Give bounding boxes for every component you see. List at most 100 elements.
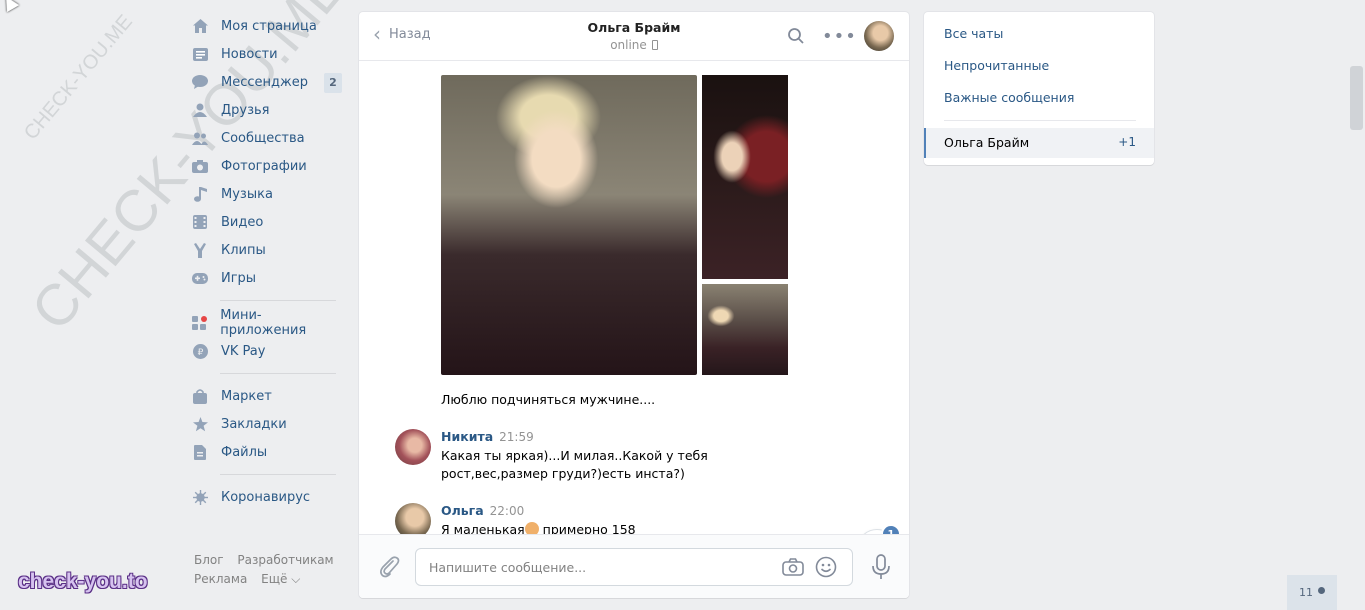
nav-item-mini-apps[interactable]: Мини-приложения [192, 308, 342, 338]
chat-header: ‹ Назад Ольга Брайм online ••• [359, 12, 909, 61]
message-author[interactable]: Никита [441, 429, 493, 444]
nav-item-coronavirus[interactable]: Коронавирус [192, 483, 342, 511]
svg-text:₽: ₽ [197, 348, 203, 358]
emoji-icon [524, 522, 539, 534]
nav-item-clips[interactable]: Клипы [192, 236, 342, 264]
footer-link-more[interactable]: Ещё ⌵ [261, 572, 300, 586]
market-icon [192, 388, 208, 404]
clips-icon [192, 242, 208, 258]
author-avatar[interactable] [395, 429, 431, 465]
nav-item-label: Фотографии [221, 158, 307, 174]
friends-icon [192, 102, 208, 118]
message-header: Никита 21:59 [441, 429, 534, 445]
left-nav: Моя страница Новости Мессенджер 2 Друзья… [192, 12, 342, 511]
footer-link-ads[interactable]: Реклама [194, 572, 247, 586]
nav-item-label: Мессенджер [221, 74, 308, 90]
person-icon [1318, 587, 1325, 594]
photo-attachment-main[interactable] [441, 75, 697, 375]
peer-status-text: online [610, 38, 647, 52]
games-icon [192, 270, 208, 286]
nav-item-label: Мини-приложения [220, 308, 307, 338]
active-chat-count: +1 [1118, 135, 1136, 149]
online-count: 11 [1299, 586, 1313, 599]
nav-item-friends[interactable]: Друзья [192, 96, 342, 124]
filter-all-chats[interactable]: Все чаты [944, 26, 1003, 41]
nav-item-music[interactable]: Музыка [192, 180, 342, 208]
chat-filters-panel: Все чаты Непрочитанные Важные сообщения … [924, 12, 1154, 165]
mouse-cursor-icon [0, 0, 20, 13]
author-avatar[interactable] [395, 503, 431, 534]
footer-link-blog[interactable]: Блог [194, 553, 224, 567]
message-caption: Люблю подчиняться мужчине.... [441, 392, 656, 407]
message-author[interactable]: Ольга [441, 503, 484, 518]
nav-item-video[interactable]: Видео [192, 208, 342, 236]
nav-item-label: VK Pay [221, 343, 266, 359]
nav-item-photos[interactable]: Фотографии [192, 152, 342, 180]
message-time: 21:59 [499, 430, 534, 444]
photo-attachment-secondary[interactable] [702, 75, 788, 279]
nav-item-label: Закладки [221, 416, 287, 432]
attach-icon[interactable] [377, 555, 401, 579]
nav-item-market[interactable]: Маркет [192, 382, 342, 410]
brand-watermark-logo: check-you.to [18, 570, 148, 593]
chat-window: ‹ Назад Ольга Брайм online ••• Люблю под… [359, 12, 909, 598]
nav-item-news[interactable]: Новости [192, 40, 342, 68]
star-icon [192, 416, 208, 432]
nav-item-groups[interactable]: Сообщества [192, 124, 342, 152]
nav-item-bookmarks[interactable]: Закладки [192, 410, 342, 438]
microphone-icon[interactable] [871, 554, 891, 580]
nav-item-label: Маркет [221, 388, 272, 404]
nav-item-label: Сообщества [221, 130, 305, 146]
home-icon [192, 18, 208, 34]
message-history[interactable]: Люблю подчиняться мужчине.... Никита 21:5… [359, 62, 909, 534]
nav-item-label: Коронавирус [221, 489, 311, 505]
more-options-icon[interactable]: ••• [822, 26, 857, 47]
photo-attachment-third[interactable] [702, 284, 788, 375]
footer-link-developers[interactable]: Разработчикам [237, 553, 333, 567]
message-text-part: примерно 158 [538, 522, 636, 534]
messenger-icon [192, 74, 208, 90]
nav-item-label: Клипы [221, 242, 266, 258]
peer-avatar[interactable] [864, 21, 894, 51]
nav-item-label: Моя страница [221, 18, 317, 34]
message-header: Ольга 22:00 [441, 503, 524, 519]
nav-divider [220, 300, 336, 301]
page-scrollbar[interactable] [1350, 66, 1363, 130]
music-icon [192, 186, 208, 202]
mobile-phone-icon [651, 40, 658, 50]
nav-divider [220, 373, 336, 374]
footer-links: Блог Разработчикам Реклама Ещё ⌵ [194, 551, 344, 589]
search-icon[interactable] [788, 28, 804, 44]
apps-icon [192, 315, 208, 331]
camera-icon[interactable] [782, 558, 804, 576]
nav-item-games[interactable]: Игры [192, 264, 342, 292]
nav-item-messenger[interactable]: Мессенджер 2 [192, 68, 342, 96]
news-icon [192, 46, 208, 62]
groups-icon [192, 130, 208, 146]
online-friends-widget[interactable]: 11 [1287, 575, 1337, 610]
nav-item-label: Друзья [221, 102, 270, 118]
nav-item-vk-pay[interactable]: ₽ VK Pay [192, 337, 342, 365]
filter-important[interactable]: Важные сообщения [944, 90, 1074, 105]
nav-item-my-page[interactable]: Моя страница [192, 12, 342, 40]
nav-divider [220, 474, 336, 475]
active-chat-item[interactable]: Ольга Брайм +1 [924, 128, 1154, 158]
nav-item-label: Музыка [221, 186, 273, 202]
nav-item-label: Новости [221, 46, 278, 62]
nav-item-files[interactable]: Файлы [192, 438, 342, 466]
watermark-small: CHECK-YOU.ME [20, 10, 137, 145]
filter-unread[interactable]: Непрочитанные [944, 58, 1049, 73]
message-text: Я маленькая примерно 158 [441, 521, 801, 534]
message-time: 22:00 [489, 504, 525, 518]
message-text-part: Я маленькая [441, 522, 525, 534]
vkpay-icon: ₽ [192, 343, 208, 359]
new-messages-badge: 1 [881, 524, 901, 534]
messenger-unread-badge: 2 [324, 73, 342, 93]
emoji-picker-icon[interactable] [815, 556, 837, 578]
virus-icon [192, 489, 208, 505]
message-composer [359, 534, 909, 598]
message-text: Какая ты яркая)...И милая..Какой у тебя … [441, 448, 708, 481]
nav-item-label: Файлы [221, 444, 268, 460]
nav-item-label: Видео [221, 214, 264, 230]
active-chat-name: Ольга Брайм [944, 135, 1030, 150]
